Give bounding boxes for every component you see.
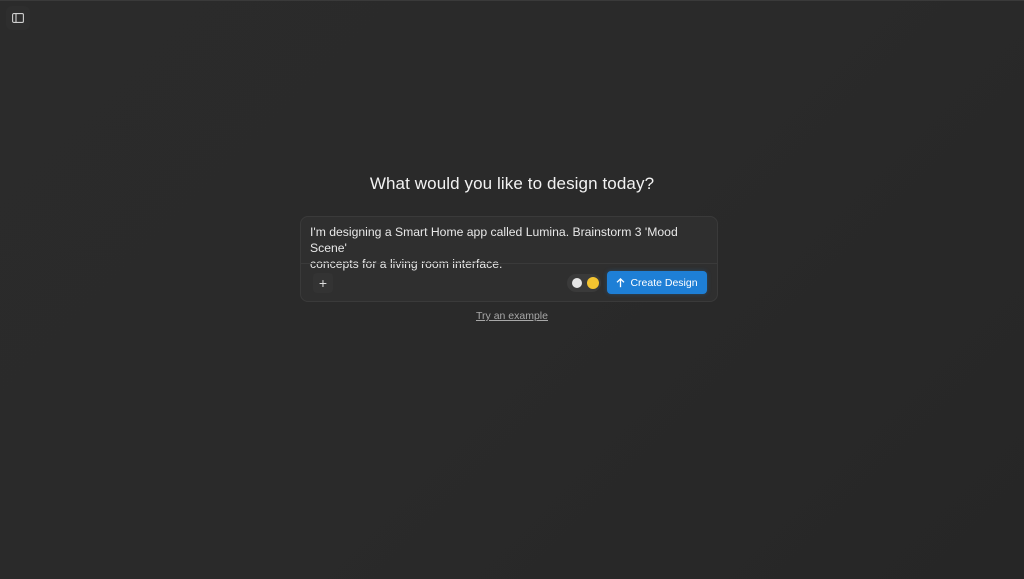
light-theme-dot[interactable] [572, 278, 582, 288]
sidebar-toggle-icon [12, 13, 24, 23]
add-attachment-button[interactable]: + [313, 273, 333, 293]
composer-divider [301, 263, 717, 264]
sidebar-toggle-button[interactable] [6, 6, 30, 30]
prompt-composer: I'm designing a Smart Home app called Lu… [300, 216, 718, 302]
create-design-label: Create Design [630, 276, 698, 289]
theme-toggle[interactable] [567, 274, 601, 292]
arrow-up-icon [616, 277, 625, 287]
try-example-row: Try an example [0, 310, 1024, 322]
page-heading: What would you like to design today? [369, 174, 655, 193]
top-border [0, 0, 1024, 1]
prompt-input[interactable]: I'm designing a Smart Home app called Lu… [310, 224, 710, 272]
yellow-theme-dot[interactable] [587, 277, 599, 289]
try-example-link[interactable]: Try an example [476, 310, 548, 322]
create-design-button[interactable]: Create Design [607, 271, 707, 294]
